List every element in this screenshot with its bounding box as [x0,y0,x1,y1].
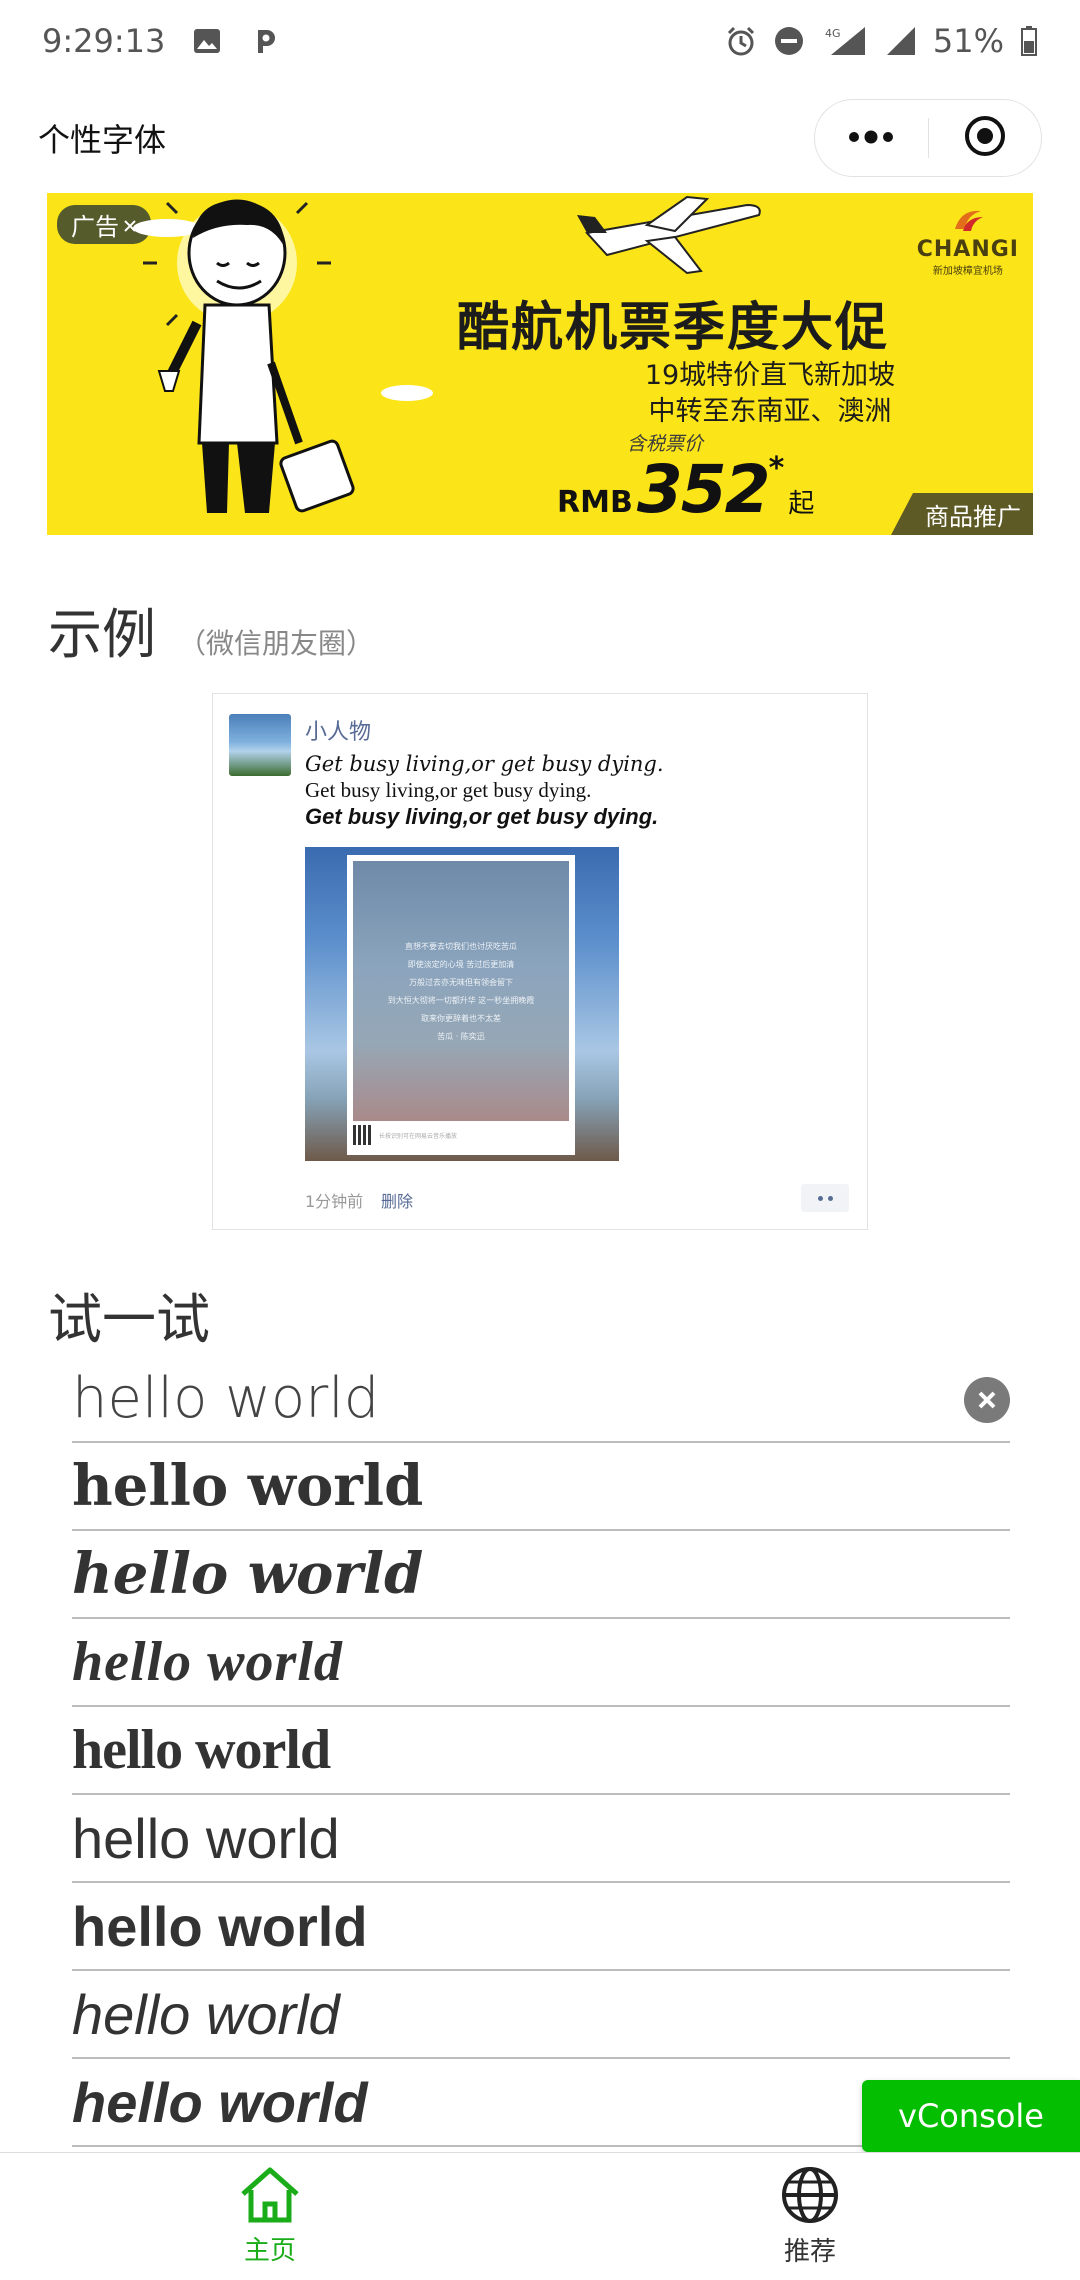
ad-line-2: 中转至东南亚、澳洲 [648,396,892,427]
font-sample-row: hello world [72,1795,1010,1883]
dot-icon [817,1195,823,1201]
tab-home-label: 主页 [243,2236,296,2266]
font-sample-row: hello world [72,1883,1010,1971]
font-sample-row: hello world [72,1971,1010,2059]
parking-notification-icon [249,25,281,57]
clear-icon [978,1391,996,1409]
post-text-line-2: Get busy living,or get busy dying. [305,778,592,802]
cellular-signal-icon: 4G [821,25,869,57]
lyrics-card-image: 直想不要去切我们也讨厌吃苦瓜 即使淡定的心境 苦过后更加清 万般过去亦无味但有领… [353,861,569,1121]
tab-recommend[interactable]: 推荐 [540,2153,1080,2280]
changi-swirl-icon [954,210,983,231]
lyrics-line: 万般过去亦无味但有领会留下 [409,977,513,987]
font-sample-row: hello world [72,1531,1010,1619]
battery-percent: 51% [932,22,1004,60]
lyrics-card: 直想不要去切我们也讨厌吃苦瓜 即使淡定的心境 苦过后更加清 万般过去亦无味但有领… [347,855,575,1155]
qr-code-icon [353,1125,373,1145]
lyrics-line: 取来你更辞着也不太差 [421,1013,501,1023]
font-sample-text: hello world [72,1453,424,1519]
ad-brand-sub: 新加坡樟宜机场 [932,266,1003,277]
mini-program-capsule [814,99,1042,177]
network-type-label: 4G [825,27,841,40]
font-sample-row: hello world [72,1443,1010,1531]
font-sample-text: hello world [72,2070,368,2134]
tab-recommend-label: 推荐 [783,2237,836,2267]
post-time: 1分钟前 [305,1192,364,1211]
post-text-line-1: Get busy living,or get busy dying. [305,752,664,776]
changi-logo: CHANGI 新加坡樟宜机场 [917,207,1019,277]
do-not-disturb-icon [773,25,805,57]
example-subtitle: （微信朋友圈） [178,627,375,660]
clear-input-button[interactable] [964,1377,1010,1423]
avatar [229,714,291,776]
post-user-name: 小人物 [305,720,372,745]
tab-home[interactable]: 主页 [0,2153,540,2280]
font-sample-text: hello world [72,1541,424,1607]
lyrics-line: 即使淡定的心境 苦过后更加清 [407,959,515,969]
ad-line-1: 19城特价直飞新加坡 [644,360,896,391]
ad-brand: CHANGI [916,237,1019,262]
font-sample-row: hello world [72,1619,1010,1707]
lyrics-line: 直想不要去切我们也讨厌吃苦瓜 [405,941,517,951]
post-more-button [801,1184,849,1212]
text-input-value[interactable]: hello world [72,1366,379,1431]
close-mini-program-button[interactable] [929,100,1042,176]
moments-post-preview: 小人物 Get busy living,or get busy dying. G… [212,693,868,1230]
more-button[interactable] [815,100,928,176]
font-sample-text: hello world [72,1806,340,1870]
page-title: 个性字体 [38,121,167,159]
ad-price-suffix: 起 [788,489,815,519]
status-time: 9:29:13 [42,22,166,60]
font-sample-text: hello world [72,1631,343,1693]
ad-price: RMB 352 * 起 [557,451,814,528]
vconsole-button[interactable]: vConsole [862,2080,1080,2152]
font-sample-list: hello world hello world hello world hell… [72,1355,1010,2147]
text-input[interactable]: hello world [72,1355,1010,1443]
font-sample-text: hello world [72,1982,340,2046]
image-notification-icon [191,25,223,57]
ad-price-currency: RMB [557,485,633,520]
ad-headline: 酷航机票季度大促 [457,298,890,358]
home-icon [239,2166,301,2228]
ad-banner[interactable]: 广告 CHANGI 新加坡樟宜机场 酷航机票季度大促 19城特价直飞新加坡 中转… [47,193,1033,535]
try-title: 试一试 [48,1288,210,1351]
lyrics-card-footer: 长按识别可在网易云音乐播放 [353,1121,569,1149]
font-sample-text: hello world [72,1894,368,1958]
ad-price-star: * [768,451,785,486]
target-circle-icon [964,115,1006,161]
alarm-icon [725,25,757,57]
lyrics-credit: 苦瓜 · 陈奕迅 [437,1031,485,1041]
ad-price-value: 352 [636,451,771,528]
navigation-bar: 个性字体 [0,82,1080,194]
globe-icon [780,2165,840,2229]
ad-corner-label: 商品推广 [891,493,1033,535]
lyrics-line: 到大恒大彻将一切都升华 这一秒坐拥晚霞 [387,995,535,1005]
status-bar: 9:29:13 4G 51% [0,0,1080,82]
battery-icon [1020,25,1038,57]
dot-icon [827,1195,833,1201]
post-text-line-3: Get busy living,or get busy dying. [305,804,659,829]
more-dots-icon [847,129,895,148]
example-section-title: 示例 （微信朋友圈） [48,590,374,669]
font-sample-text: hello world [72,1719,331,1781]
post-delete-link: 删除 [381,1192,414,1211]
post-image: 直想不要去切我们也讨厌吃苦瓜 即使淡定的心境 苦过后更加清 万般过去亦无味但有领… [305,847,619,1161]
try-section-title: 试一试 [48,1275,210,1354]
example-title: 示例 [48,603,156,666]
wifi-signal-icon [885,25,917,57]
lyrics-card-footer-text: 长按识别可在网易云音乐播放 [379,1132,458,1140]
font-sample-row: hello world [72,1707,1010,1795]
tab-bar: 主页 推荐 [0,2152,1080,2280]
